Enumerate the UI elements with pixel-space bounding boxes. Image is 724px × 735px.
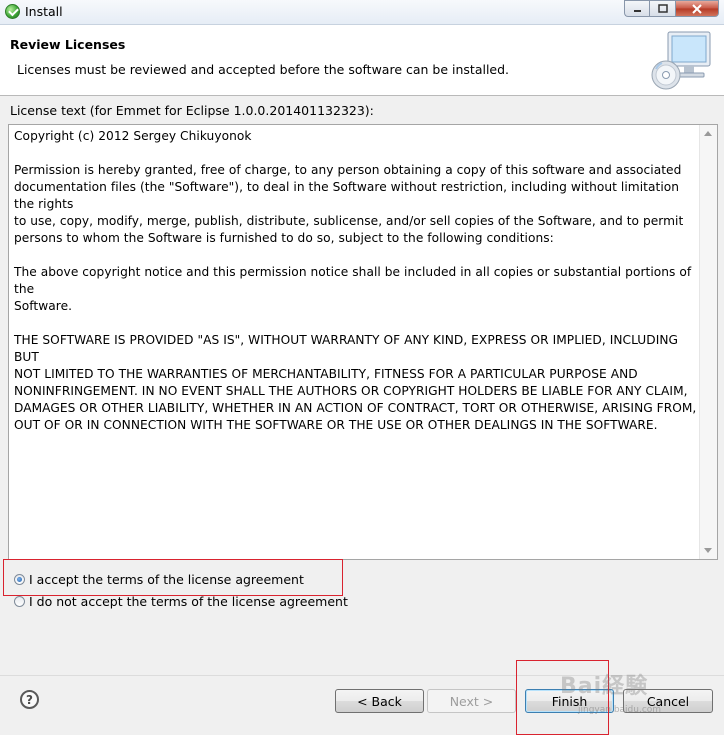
scroll-up-arrow-icon[interactable] [704,131,712,136]
install-wizard-computer-icon [651,31,711,90]
back-button[interactable]: < Back [335,689,424,713]
license-text-area[interactable]: Copyright (c) 2012 Sergey Chikuyonok Per… [8,124,718,560]
vertical-scrollbar[interactable] [699,125,717,559]
radio-button-unselected[interactable] [14,596,25,607]
accept-license-label[interactable]: I accept the terms of the license agreem… [29,572,304,587]
maximize-icon [657,4,668,13]
minimize-button[interactable] [624,0,649,17]
page-description: Licenses must be reviewed and accepted b… [17,62,510,77]
accept-license-radio[interactable]: I accept the terms of the license agreem… [14,572,304,587]
watermark: Bai経験 [560,674,649,699]
license-text: Copyright (c) 2012 Sergey Chikuyonok Per… [14,129,697,432]
maximize-button[interactable] [649,0,675,17]
page-title: Review Licenses [10,37,126,52]
next-button[interactable]: Next > [427,689,516,713]
title-bar: Install [0,0,724,25]
wizard-header: Review Licenses Licenses must be reviewe… [0,25,724,96]
minimize-icon [633,10,641,12]
license-text-label: License text (for Emmet for Eclipse 1.0.… [10,103,374,118]
radio-button-selected[interactable] [14,574,25,585]
close-icon [692,3,702,14]
help-icon[interactable]: ? [20,690,39,709]
window-controls [624,0,719,17]
watermark-url: jingyan.baidu.com [578,705,662,715]
close-button[interactable] [675,0,719,17]
decline-license-radio[interactable]: I do not accept the terms of the license… [14,594,348,609]
eclipse-install-icon [5,4,20,19]
scroll-down-arrow-icon[interactable] [704,548,712,553]
decline-license-label[interactable]: I do not accept the terms of the license… [29,594,348,609]
window-title: Install [25,4,63,19]
